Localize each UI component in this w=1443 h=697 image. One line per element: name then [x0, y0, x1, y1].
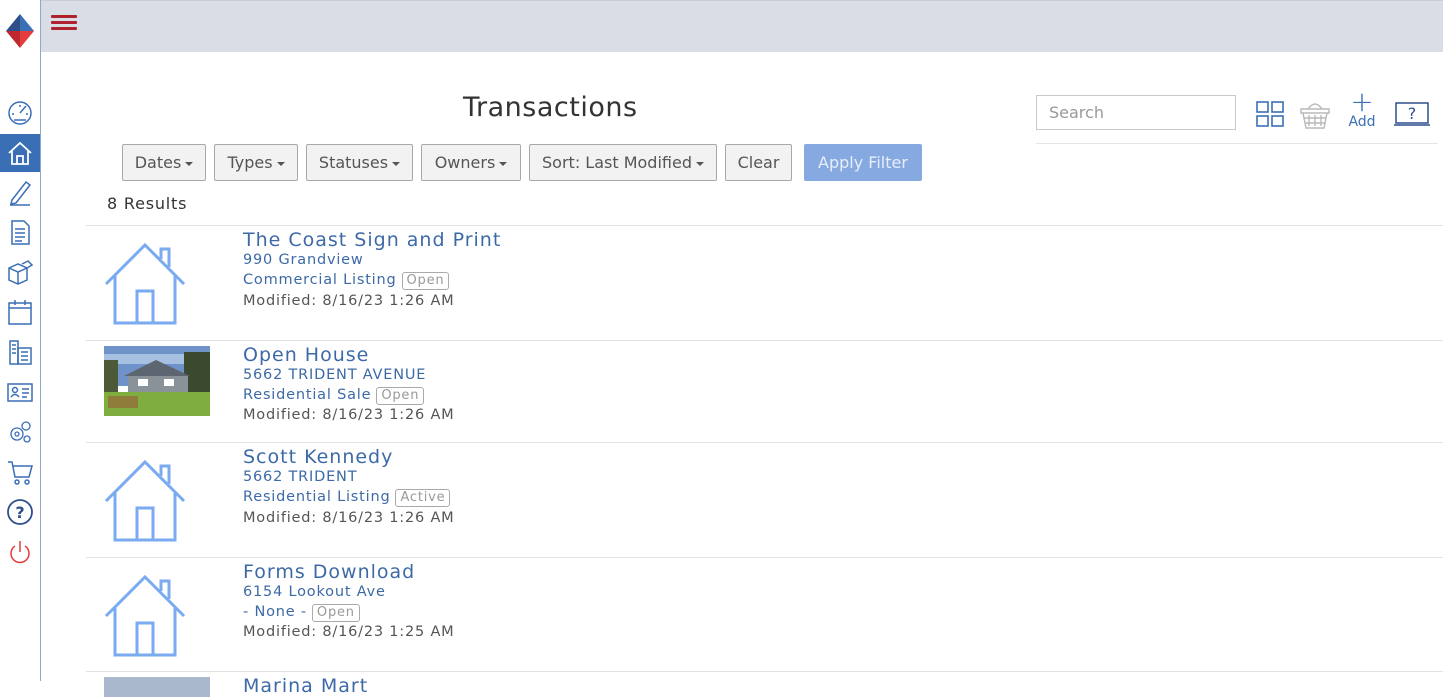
transaction-address: 6154 Lookout Ave: [243, 584, 386, 600]
gears-icon[interactable]: [0, 413, 40, 451]
transaction-modified: Modified: 8/16/23 1:26 AM: [243, 293, 455, 309]
transaction-type-label: Commercial Listing: [243, 272, 397, 288]
dashboard-gauge-icon[interactable]: [0, 93, 40, 131]
house-placeholder-icon: [103, 239, 210, 330]
caret-down-icon: [185, 161, 194, 166]
status-badge: Active: [395, 489, 451, 507]
types-filter-button[interactable]: Types: [214, 144, 298, 181]
transaction-type-label: Residential Listing: [243, 489, 391, 505]
status-badge: Open: [401, 272, 450, 290]
svg-text:?: ?: [15, 503, 24, 522]
list-item[interactable]: Forms Download 6154 Lookout Ave - None -…: [86, 557, 1443, 671]
transaction-address: 990 Grandview: [243, 252, 364, 268]
property-photo: [104, 346, 210, 416]
status-badge: Open: [376, 387, 425, 405]
list-item[interactable]: Scott Kennedy 5662 TRIDENT Residential L…: [86, 442, 1443, 557]
list-item[interactable]: Marina Mart: [86, 671, 1443, 697]
statuses-filter-label: Statuses: [318, 153, 389, 172]
header-divider: [1036, 143, 1438, 144]
types-filter-label: Types: [227, 153, 273, 172]
property-photo: [104, 677, 210, 697]
transaction-type: Residential Listing Active: [243, 489, 451, 507]
add-button[interactable]: + Add: [1344, 85, 1380, 132]
statuses-filter-button[interactable]: Statuses: [306, 144, 413, 181]
cart-icon[interactable]: [0, 453, 40, 491]
house-placeholder-icon: [103, 456, 210, 547]
help-icon[interactable]: ?: [0, 493, 40, 531]
help-screen-icon[interactable]: ?: [1394, 101, 1430, 129]
plus-icon: +: [1350, 85, 1374, 118]
transaction-title[interactable]: Forms Download: [243, 561, 415, 583]
contact-card-icon[interactable]: [0, 373, 40, 411]
sort-label: Sort: Last Modified: [542, 153, 692, 172]
caret-down-icon: [695, 161, 704, 166]
house-placeholder-icon: [103, 571, 210, 662]
brand-logo[interactable]: [6, 14, 34, 48]
top-bar: [41, 0, 1443, 52]
transaction-type: Commercial Listing Open: [243, 272, 450, 290]
apply-filter-button[interactable]: Apply Filter: [804, 144, 922, 181]
power-icon[interactable]: [0, 533, 40, 571]
transaction-title[interactable]: Marina Mart: [243, 675, 368, 697]
buildings-icon[interactable]: [0, 333, 40, 371]
transaction-type-label: - None -: [243, 604, 307, 620]
dates-filter-label: Dates: [134, 153, 182, 172]
transaction-modified: Modified: 8/16/23 1:26 AM: [243, 510, 455, 526]
grid-view-icon[interactable]: [1256, 101, 1285, 127]
basket-icon[interactable]: [1299, 98, 1331, 130]
transaction-title[interactable]: Open House: [243, 344, 369, 366]
boxes-icon[interactable]: [0, 253, 40, 291]
page-title: Transactions: [463, 92, 638, 123]
add-label: Add: [1348, 114, 1376, 130]
transaction-address: 5662 TRIDENT: [243, 469, 358, 485]
transaction-type: - None - Open: [243, 604, 360, 622]
owners-filter-label: Owners: [434, 153, 496, 172]
search-input[interactable]: [1036, 95, 1236, 130]
owners-filter-button[interactable]: Owners: [421, 144, 521, 181]
transaction-modified: Modified: 8/16/23 1:26 AM: [243, 407, 455, 423]
calendar-icon[interactable]: [0, 293, 40, 331]
results-count: 8 Results: [107, 194, 188, 213]
caret-down-icon: [276, 161, 285, 166]
document-icon[interactable]: [0, 213, 40, 251]
caret-down-icon: [499, 161, 508, 166]
hamburger-menu-icon[interactable]: [51, 15, 77, 35]
list-item[interactable]: Open House 5662 TRIDENT AVENUE Residenti…: [86, 340, 1443, 442]
transaction-type-label: Residential Sale: [243, 387, 372, 403]
sidebar: ?: [0, 0, 41, 681]
home-icon[interactable]: [0, 134, 40, 172]
pen-icon[interactable]: [0, 173, 40, 211]
transaction-type: Residential Sale Open: [243, 387, 425, 405]
transaction-list: The Coast Sign and Print 990 Grandview C…: [86, 225, 1443, 697]
dates-filter-button[interactable]: Dates: [122, 144, 206, 181]
svg-text:?: ?: [1408, 104, 1417, 123]
transaction-modified: Modified: 8/16/23 1:25 AM: [243, 624, 455, 640]
list-item[interactable]: The Coast Sign and Print 990 Grandview C…: [86, 225, 1443, 340]
status-badge: Open: [311, 604, 360, 622]
sort-button[interactable]: Sort: Last Modified: [529, 144, 717, 181]
transaction-address: 5662 TRIDENT AVENUE: [243, 367, 427, 383]
transaction-title[interactable]: The Coast Sign and Print: [243, 229, 501, 251]
clear-button[interactable]: Clear: [725, 144, 792, 181]
transaction-title[interactable]: Scott Kennedy: [243, 446, 393, 468]
caret-down-icon: [392, 161, 401, 166]
